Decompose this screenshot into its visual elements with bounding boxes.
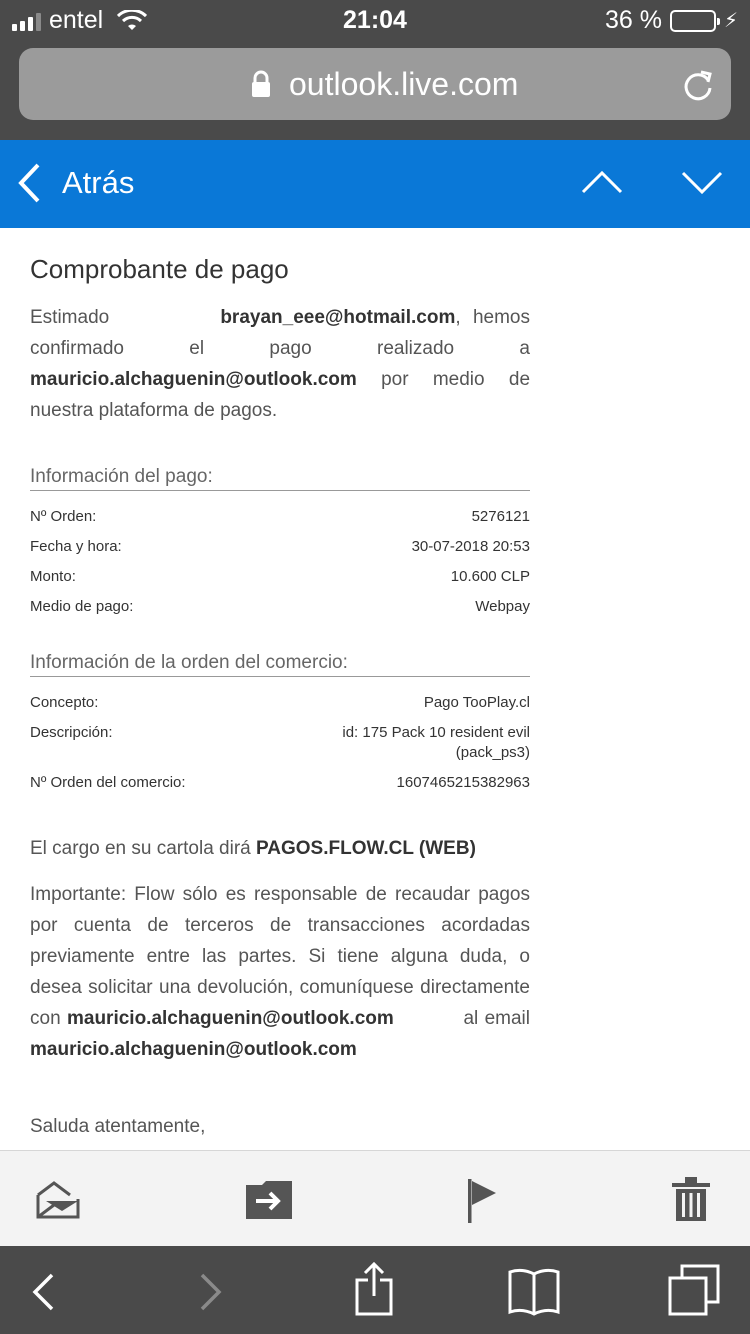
- contact-email[interactable]: mauricio.alchaguenin@outlook.com: [67, 1008, 394, 1029]
- back-label: Atrás: [62, 165, 135, 200]
- forward-icon[interactable]: [198, 1272, 224, 1312]
- statement-text: El cargo en su cartola dirá: [30, 838, 251, 859]
- row-value: 1607465215382963: [396, 774, 530, 791]
- battery-percent: 36 %: [604, 6, 662, 34]
- flag-icon[interactable]: [466, 1179, 498, 1223]
- status-bar: entel 21:04 36 % ⚡: [0, 0, 750, 40]
- payer-email[interactable]: brayan_eee@hotmail.com: [220, 307, 455, 328]
- intro-paragraph: Estimado brayan_eee@hotmail.com, hemos c…: [30, 302, 530, 426]
- statement-descriptor: PAGOS.FLOW.CL (WEB): [256, 838, 476, 859]
- next-message-icon[interactable]: [680, 168, 724, 196]
- email-subject: Comprobante de pago: [30, 254, 289, 284]
- intro-text-1: Estimado: [30, 307, 110, 328]
- mark-read-icon[interactable]: [34, 1177, 82, 1221]
- row-label: Medio de pago:: [30, 598, 134, 615]
- row-value: 10.600 CLP: [450, 568, 530, 585]
- row-label: Nº Orden:: [30, 508, 97, 525]
- browser-toolbar: [0, 1246, 750, 1334]
- row-value: (pack_ps3): [455, 744, 530, 761]
- charging-icon: ⚡: [723, 10, 738, 32]
- row-label: Nº Orden del comercio:: [30, 774, 186, 791]
- important-mid: al email: [463, 1008, 530, 1029]
- row-value: 30-07-2018 20:53: [411, 538, 530, 555]
- tabs-icon[interactable]: [668, 1264, 720, 1316]
- bookmarks-icon[interactable]: [508, 1266, 560, 1316]
- move-icon[interactable]: [246, 1181, 292, 1219]
- mail-action-toolbar: [0, 1150, 750, 1246]
- merchant-email[interactable]: mauricio.alchaguenin@outlook.com: [30, 369, 357, 390]
- row-value: Webpay: [475, 598, 530, 615]
- mail-header: Atrás: [0, 140, 750, 228]
- row-value: Pago TooPlay.cl: [423, 694, 530, 711]
- email-body: Comprobante de pago Estimado brayan_eee@…: [30, 228, 530, 1150]
- closing-text: Saluda atentamente,: [30, 1116, 206, 1137]
- back-button[interactable]: Atrás: [16, 162, 134, 204]
- important-note: Importante: Flow sólo es responsable de …: [30, 879, 530, 1065]
- url-text: outlook.live.com: [289, 66, 519, 102]
- row-label: Monto:: [30, 568, 76, 585]
- row-label: Descripción:: [30, 724, 113, 741]
- battery-icon: [669, 9, 720, 32]
- battery-group: 36 % ⚡: [605, 6, 738, 35]
- reload-icon[interactable]: [681, 66, 715, 102]
- row-label: Fecha y hora:: [30, 538, 122, 555]
- share-icon[interactable]: [354, 1262, 394, 1316]
- trash-icon[interactable]: [672, 1177, 710, 1221]
- lock-icon: [252, 70, 270, 97]
- statement-note: El cargo en su cartola dirá PAGOS.FLOW.C…: [30, 833, 530, 864]
- order-info-title: Información de la orden del comercio:: [30, 652, 530, 677]
- payment-info-title: Información del pago:: [30, 466, 530, 491]
- browser-address-area: outlook.live.com: [0, 40, 750, 140]
- row-value: 5276121: [471, 508, 530, 525]
- address-bar[interactable]: outlook.live.com: [19, 48, 731, 120]
- chevron-left-icon: [18, 163, 40, 203]
- contact-email[interactable]: mauricio.alchaguenin@outlook.com: [30, 1039, 357, 1060]
- row-label: Concepto:: [30, 694, 99, 711]
- row-value: id: 175 Pack 10 resident evil: [342, 724, 530, 741]
- previous-message-icon[interactable]: [580, 168, 624, 196]
- back-icon[interactable]: [30, 1272, 56, 1312]
